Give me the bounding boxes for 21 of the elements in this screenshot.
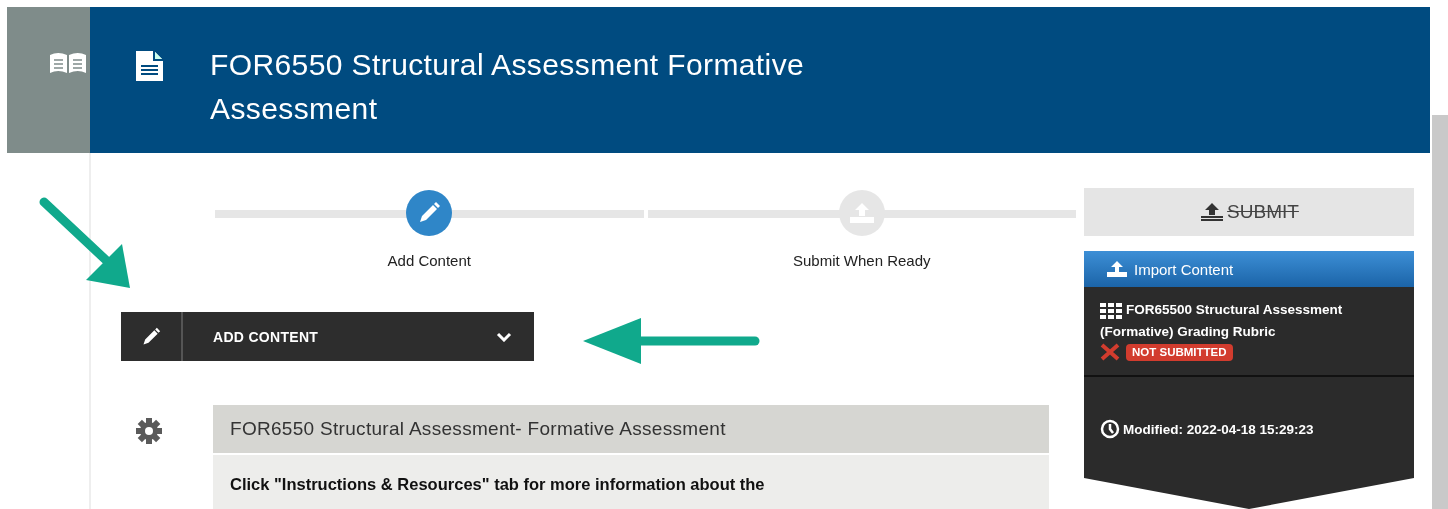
step-circle[interactable] xyxy=(406,190,453,236)
content-title: FOR6550 Structural Assessment- Formative Assessment xyxy=(213,405,1049,453)
status-badge: NOT SUBMITTED xyxy=(1126,343,1233,361)
pencil-icon xyxy=(141,326,161,347)
upload-icon xyxy=(1106,260,1128,278)
upload-icon xyxy=(848,202,875,224)
chevron-down-icon xyxy=(496,331,512,342)
page-title: FOR6550 Structural Assessment Formative Assessment xyxy=(210,47,806,127)
book-icon[interactable] xyxy=(48,51,88,75)
step-label: Submit When Ready xyxy=(792,252,931,269)
clock-icon xyxy=(1100,419,1120,439)
add-content-button[interactable]: ADD CONTENT xyxy=(121,312,534,361)
instructions-text: Click "Instructions & Resources" tab for more information about the xyxy=(230,475,765,493)
scrollbar[interactable] xyxy=(1432,115,1448,509)
pencil-icon xyxy=(417,201,442,225)
grid-icon xyxy=(1100,303,1122,319)
modified-date: Modified: 2022-04-18 15:29:23 xyxy=(1123,421,1314,437)
import-content-button[interactable]: Import Content xyxy=(1084,251,1414,287)
rubric-title[interactable]: FOR65500 Structural Assessment (Formative) Grading Rubric xyxy=(1100,299,1404,343)
upload-icon xyxy=(1199,202,1226,222)
step-label: Add Content xyxy=(387,252,471,269)
